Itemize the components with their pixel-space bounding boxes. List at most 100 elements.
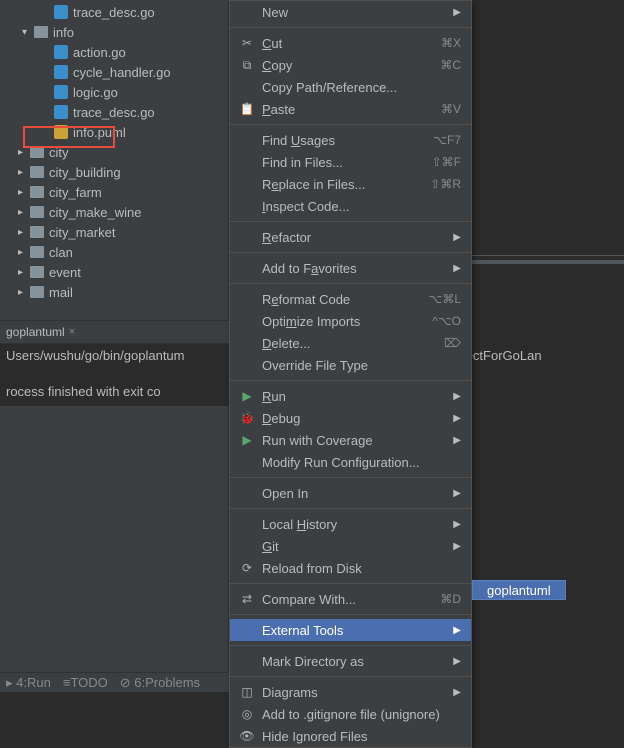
folder-city_building[interactable]: ▸city_building — [0, 162, 228, 182]
shortcut-label: ^⌥O — [432, 314, 461, 328]
📋-icon: 📋 — [238, 102, 256, 116]
folder-city_farm[interactable]: ▸city_farm — [0, 182, 228, 202]
file-action-go[interactable]: action.go — [0, 42, 228, 62]
folder-icon — [30, 166, 44, 178]
menu-label: Reload from Disk — [262, 561, 461, 576]
menu-label: Run — [262, 389, 445, 404]
folder-mail[interactable]: ▸mail — [0, 282, 228, 302]
menu-item-cut[interactable]: ✂Cut⌘X — [230, 32, 471, 54]
folder-icon — [30, 186, 44, 198]
menu-label: Debug — [262, 411, 445, 426]
go-icon — [54, 85, 68, 99]
menu-label: Find Usages — [262, 133, 425, 148]
menu-item-find-in-files[interactable]: Find in Files...⇧⌘F — [230, 151, 471, 173]
menu-label: Add to Favorites — [262, 261, 445, 276]
menu-item-run-with-coverage[interactable]: ▶Run with Coverage▶ — [230, 429, 471, 451]
menu-label: Optimize Imports — [262, 314, 424, 329]
folder-icon — [30, 246, 44, 258]
menu-item-add-to-favorites[interactable]: Add to Favorites▶ — [230, 257, 471, 279]
menu-item-find-usages[interactable]: Find Usages⌥F7 — [230, 129, 471, 151]
shortcut-label: ⌘X — [441, 36, 461, 50]
menu-item-local-history[interactable]: Local History▶ — [230, 513, 471, 535]
menu-item-debug[interactable]: 🐞Debug▶ — [230, 407, 471, 429]
menu-item-inspect-code[interactable]: Inspect Code... — [230, 195, 471, 217]
file-info-puml[interactable]: info.puml — [0, 122, 228, 142]
status-tab-run[interactable]: ▸ 4: Run — [6, 675, 51, 691]
file-logic-go[interactable]: logic.go — [0, 82, 228, 102]
menu-item-copy-path-reference[interactable]: Copy Path/Reference... — [230, 76, 471, 98]
menu-label: Delete... — [262, 336, 436, 351]
menu-item-refactor[interactable]: Refactor▶ — [230, 226, 471, 248]
menu-item-new[interactable]: New▶ — [230, 1, 471, 23]
menu-label: Paste — [262, 102, 433, 117]
file-label: logic.go — [73, 85, 118, 100]
menu-item-compare-with[interactable]: ⇄Compare With...⌘D — [230, 588, 471, 610]
menu-item-override-file-type[interactable]: Override File Type — [230, 354, 471, 376]
folder-icon — [30, 266, 44, 278]
menu-item-copy[interactable]: ⧉Copy⌘C — [230, 54, 471, 76]
menu-item-mark-directory-as[interactable]: Mark Directory as ▶ — [230, 650, 471, 672]
menu-separator — [230, 221, 471, 222]
folder-city_make_wine[interactable]: ▸city_make_wine — [0, 202, 228, 222]
menu-label: Compare With... — [262, 592, 432, 607]
menu-item-hide-ignored-files[interactable]: 👁 Hide Ignored Files — [230, 725, 471, 747]
menu-item-delete[interactable]: Delete... ⌦ — [230, 332, 471, 354]
chevron-right-icon: ▶ — [453, 656, 461, 667]
menu-item-paste[interactable]: 📋Paste⌘V — [230, 98, 471, 120]
folder-label: city_farm — [49, 185, 102, 200]
menu-label: Hide Ignored Files — [262, 729, 461, 744]
shortcut-label: ⌥⌘L — [428, 292, 461, 306]
status-bar[interactable]: ▸ 4: Run ≡ TODO ⊘ 6: Problems — [0, 672, 229, 692]
chevron-right-icon: ▶ — [453, 625, 461, 636]
terminal-tab-bar[interactable]: goplantuml × — [0, 320, 229, 344]
submenu-external-tools[interactable]: goplantuml — [472, 580, 566, 600]
menu-label: Mark Directory as — [262, 654, 445, 669]
menu-label: Modify Run Configuration... — [262, 455, 461, 470]
menu-item-optimize-imports[interactable]: Optimize Imports ^⌥O — [230, 310, 471, 332]
folder-event[interactable]: ▸event — [0, 262, 228, 282]
🐞-icon: 🐞 — [238, 411, 256, 425]
menu-item-git[interactable]: Git▶ — [230, 535, 471, 557]
status-tab-problems[interactable]: ⊘ 6: Problems — [120, 675, 200, 691]
menu-label: Open In — [262, 486, 445, 501]
menu-item-reformat-code[interactable]: Reformat Code⌥⌘L — [230, 288, 471, 310]
file-trace-desc[interactable]: trace_desc.go — [0, 2, 228, 22]
context-menu[interactable]: New▶ ✂Cut⌘X⧉Copy⌘CCopy Path/Reference... 📋… — [229, 0, 472, 748]
menu-item-reload-from-disk[interactable]: ⟳Reload from Disk — [230, 557, 471, 579]
menu-label: Override File Type — [262, 358, 461, 373]
shortcut-label: ⌘D — [440, 592, 461, 606]
terminal-tab-label[interactable]: goplantuml — [6, 325, 65, 339]
menu-item-run[interactable]: ▶Run▶ — [230, 385, 471, 407]
menu-label: Copy — [262, 58, 432, 73]
file-label: action.go — [73, 45, 126, 60]
folder-clan[interactable]: ▸clan — [0, 242, 228, 262]
folder-city_market[interactable]: ▸city_market — [0, 222, 228, 242]
menu-item-open-in[interactable]: Open In▶ — [230, 482, 471, 504]
submenu-item-goplantuml[interactable]: goplantuml — [487, 583, 551, 598]
file-trace_desc-go[interactable]: trace_desc.go — [0, 102, 228, 122]
chevron-right-icon: ▸ — [18, 227, 28, 238]
menu-item-modify-run-configuration[interactable]: Modify Run Configuration... — [230, 451, 471, 473]
folder-icon — [30, 206, 44, 218]
file-label: trace_desc.go — [73, 105, 155, 120]
file-cycle_handler-go[interactable]: cycle_handler.go — [0, 62, 228, 82]
close-icon[interactable]: × — [69, 326, 75, 338]
status-tab-todo[interactable]: ≡ TODO — [63, 675, 108, 690]
shortcut-label: ⌦ — [444, 336, 461, 350]
menu-item-external-tools[interactable]: External Tools▶ — [230, 619, 471, 641]
menu-item-add-to-gitignore-file-unignore[interactable]: ◎Add to .gitignore file (unignore) — [230, 703, 471, 725]
👁-icon: 👁 — [238, 729, 256, 743]
folder-icon — [30, 286, 44, 298]
menu-separator — [230, 614, 471, 615]
menu-item-diagrams[interactable]: ◫Diagrams▶ — [230, 681, 471, 703]
chevron-right-icon: ▶ — [453, 7, 461, 18]
chevron-right-icon: ▸ — [18, 247, 28, 258]
chevron-right-icon: ▸ — [18, 167, 28, 178]
✂-icon: ✂ — [238, 36, 256, 50]
chevron-right-icon: ▶ — [453, 435, 461, 446]
menu-separator — [230, 27, 471, 28]
shortcut-label: ⇧⌘F — [432, 155, 461, 169]
folder-city[interactable]: ▸city — [0, 142, 228, 162]
folder-info[interactable]: ▾ info — [0, 22, 228, 42]
menu-item-replace-in-files[interactable]: Replace in Files...⇧⌘R — [230, 173, 471, 195]
